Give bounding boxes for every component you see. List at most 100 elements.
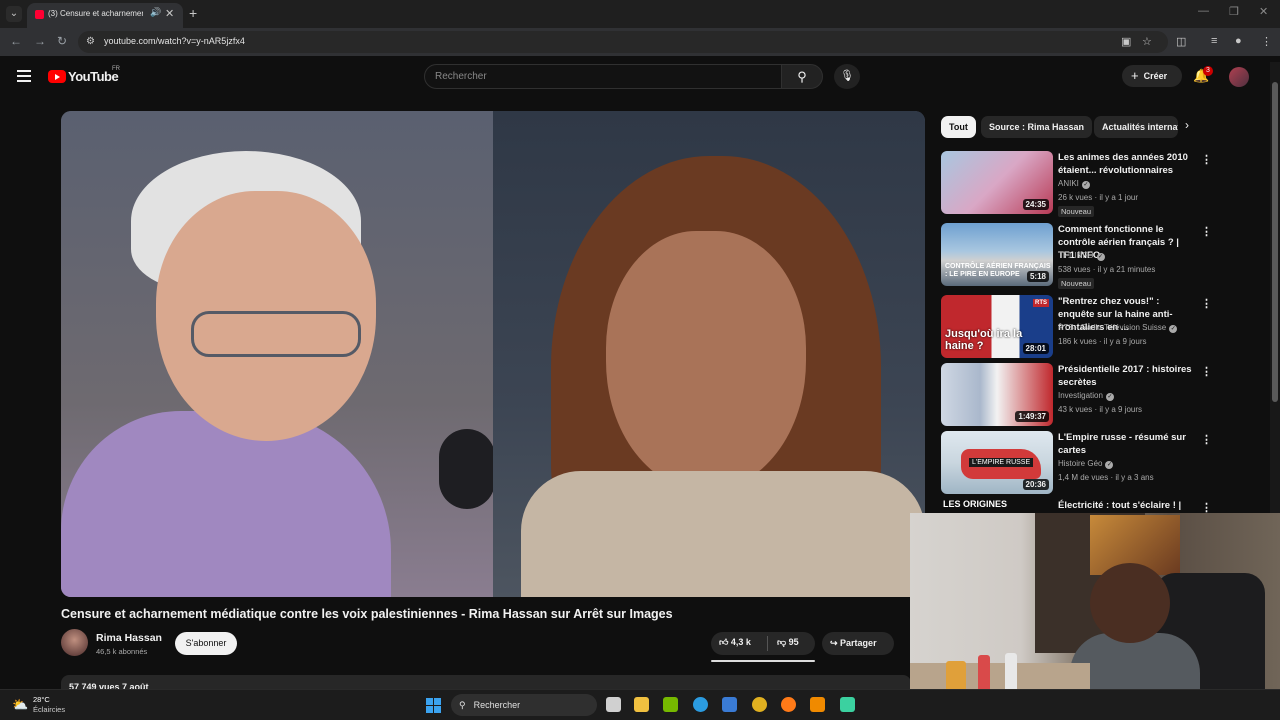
more-actions-icon[interactable]: ⋮: [1201, 225, 1212, 238]
chrome-menu-icon[interactable]: ⋮: [1261, 35, 1272, 48]
browser-tab-bar: ⌄ (3) Censure et acharnement médiatique.…: [0, 0, 1280, 28]
extensions-icon[interactable]: ◫: [1176, 35, 1186, 48]
more-actions-icon[interactable]: ⋮: [1201, 153, 1212, 166]
url-text: youtube.com/watch?v=y-nAR5jzfx4: [104, 36, 245, 46]
store-icon[interactable]: [722, 697, 737, 712]
plus-icon: +: [1131, 68, 1139, 83]
close-tab-icon[interactable]: ✕: [165, 7, 174, 20]
recommendation-channel[interactable]: ANIKI ✓: [1058, 179, 1090, 189]
verified-check-icon: ✓: [1105, 461, 1114, 469]
recommendation-thumbnail[interactable]: LES ORIGINES: [941, 499, 1053, 513]
recommendation-title[interactable]: Électricité : tout s'éclaire ! |: [1058, 499, 1198, 512]
create-label: Créer: [1143, 71, 1168, 81]
dislike-button[interactable]: 👎︎ 95: [777, 637, 799, 648]
search-icon: ⚲: [797, 69, 807, 84]
recommendation-channel[interactable]: Investigation ✓: [1058, 391, 1114, 401]
recommendation-thumbnail[interactable]: CONTRÔLE AÉRIEN FRANÇAIS : LE PIRE EN EU…: [941, 223, 1053, 286]
new-tab-icon[interactable]: +: [189, 5, 197, 21]
site-info-icon[interactable]: ⚙: [86, 36, 95, 47]
voice-search-button[interactable]: 🎙: [834, 64, 860, 89]
verified-check-icon: ✓: [1169, 325, 1178, 333]
account-avatar[interactable]: [1229, 67, 1249, 87]
chip-all[interactable]: Tout: [941, 116, 976, 138]
vlc-icon[interactable]: [810, 697, 825, 712]
weather-icon[interactable]: ⛅: [12, 697, 28, 713]
close-window-icon[interactable]: ✕: [1259, 5, 1268, 18]
browser-tab[interactable]: (3) Censure et acharnement médiatique...…: [27, 3, 183, 28]
video-player[interactable]: [61, 111, 925, 597]
temperature[interactable]: 28°C: [33, 695, 50, 704]
more-actions-icon[interactable]: ⋮: [1201, 297, 1212, 310]
tab-search-icon[interactable]: ⌄: [6, 6, 22, 22]
recommendation-thumbnail[interactable]: L'EMPIRE RUSSE 20:36: [941, 431, 1053, 494]
reading-list-icon[interactable]: ≡: [1211, 35, 1217, 47]
speaker-top: [521, 471, 925, 597]
reload-icon[interactable]: ↻: [57, 34, 67, 48]
restore-icon[interactable]: ❐: [1229, 5, 1239, 18]
more-actions-icon[interactable]: ⋮: [1201, 501, 1212, 513]
like-dislike-group: 👍︎ 4,3 k 👎︎ 95: [711, 632, 815, 655]
task-view-icon[interactable]: [606, 697, 621, 712]
recommendation-title[interactable]: Présidentielle 2017 : histoires secrètes: [1058, 363, 1198, 389]
address-bar[interactable]: ⚙ youtube.com/watch?v=y-nAR5jzfx4: [78, 31, 1168, 53]
dislike-count: 95: [788, 637, 799, 647]
more-actions-icon[interactable]: ⋮: [1201, 433, 1212, 446]
guest-shirt: [61, 411, 391, 597]
app-icon[interactable]: [840, 697, 855, 712]
profile-icon[interactable]: ●: [1235, 35, 1242, 47]
forward-icon[interactable]: →: [34, 34, 46, 48]
more-actions-icon[interactable]: ⋮: [1201, 365, 1212, 378]
recommendation-channel[interactable]: RTS - Radio Télévision Suisse ✓: [1058, 323, 1178, 333]
thumbnail-caption: L'EMPIRE RUSSE: [969, 458, 1034, 467]
taskbar-search[interactable]: ⚲ Rechercher: [451, 694, 597, 716]
edge-icon[interactable]: [693, 697, 708, 712]
search-input[interactable]: Rechercher: [424, 64, 782, 89]
recommendation-item[interactable]: RTS Jusqu'où ira la haine ? 28:01 "Rentr…: [941, 295, 1266, 359]
file-explorer-icon[interactable]: [634, 697, 649, 712]
windows-taskbar: ⛅ 28°C Éclaircies ⚲ Rechercher: [0, 689, 1280, 720]
recommendation-item[interactable]: LES ORIGINES Électricité : tout s'éclair…: [941, 499, 1266, 513]
speaker-icon[interactable]: 🔊: [150, 7, 161, 18]
chrome-icon[interactable]: [752, 697, 767, 712]
minimize-icon[interactable]: —: [1198, 5, 1209, 17]
chip-international-news[interactable]: Actualités internationales: [1094, 116, 1178, 138]
recommendation-title[interactable]: Les animes des années 2010 étaient... ré…: [1058, 151, 1198, 177]
bookmark-star-icon[interactable]: ☆: [1142, 35, 1152, 48]
recommendation-item[interactable]: CONTRÔLE AÉRIEN FRANÇAIS : LE PIRE EN EU…: [941, 223, 1266, 289]
recommendation-item[interactable]: 1:49:37 Présidentielle 2017 : histoires …: [941, 363, 1266, 427]
guide-menu-icon[interactable]: [17, 70, 31, 82]
recommendation-thumbnail[interactable]: 1:49:37: [941, 363, 1053, 426]
recommendation-item[interactable]: L'EMPIRE RUSSE 20:36 L'Empire russe - ré…: [941, 431, 1266, 495]
like-button[interactable]: 👍︎ 4,3 k: [719, 637, 751, 648]
windows-start-icon[interactable]: [426, 698, 441, 713]
recommendation-title[interactable]: L'Empire russe - résumé sur cartes: [1058, 431, 1198, 457]
duration-badge: 1:49:37: [1015, 411, 1049, 422]
thumbs-down-icon: 👎︎: [777, 637, 789, 647]
duration-badge: 28:01: [1022, 343, 1049, 354]
subscribe-button[interactable]: S'abonner: [175, 632, 237, 655]
weather-condition[interactable]: Éclaircies: [33, 705, 65, 714]
rts-logo: RTS: [1033, 299, 1049, 307]
recommendation-channel[interactable]: TF1 INFO ✓: [1058, 251, 1105, 261]
nvidia-icon[interactable]: [663, 697, 678, 712]
recommendation-item[interactable]: 24:35 Les animes des années 2010 étaient…: [941, 151, 1266, 217]
chip-source[interactable]: Source : Rima Hassan: [981, 116, 1093, 138]
like-ratio-bar: [711, 660, 815, 662]
search-button[interactable]: ⚲: [781, 64, 823, 89]
share-button[interactable]: ↪ Partager: [822, 632, 894, 655]
channel-name[interactable]: Rima Hassan: [96, 632, 162, 644]
firefox-icon[interactable]: [781, 697, 796, 712]
subscriber-count: 46,5 k abonnés: [96, 647, 148, 656]
video-left-frame: [61, 111, 495, 597]
channel-avatar[interactable]: [61, 629, 88, 656]
back-icon[interactable]: ←: [10, 34, 22, 48]
recommendation-thumbnail[interactable]: RTS Jusqu'où ira la haine ? 28:01: [941, 295, 1053, 358]
scrollbar-thumb[interactable]: [1272, 82, 1278, 402]
recommendation-thumbnail[interactable]: 24:35: [941, 151, 1053, 214]
cast-icon[interactable]: ▣: [1121, 35, 1131, 48]
logo-text: YouTube: [68, 69, 119, 84]
like-count: 4,3 k: [730, 637, 751, 647]
recommendation-channel[interactable]: Histoire Géo ✓: [1058, 459, 1114, 469]
create-button[interactable]: + Créer: [1122, 65, 1182, 87]
chevron-right-icon[interactable]: ›: [1185, 118, 1189, 132]
